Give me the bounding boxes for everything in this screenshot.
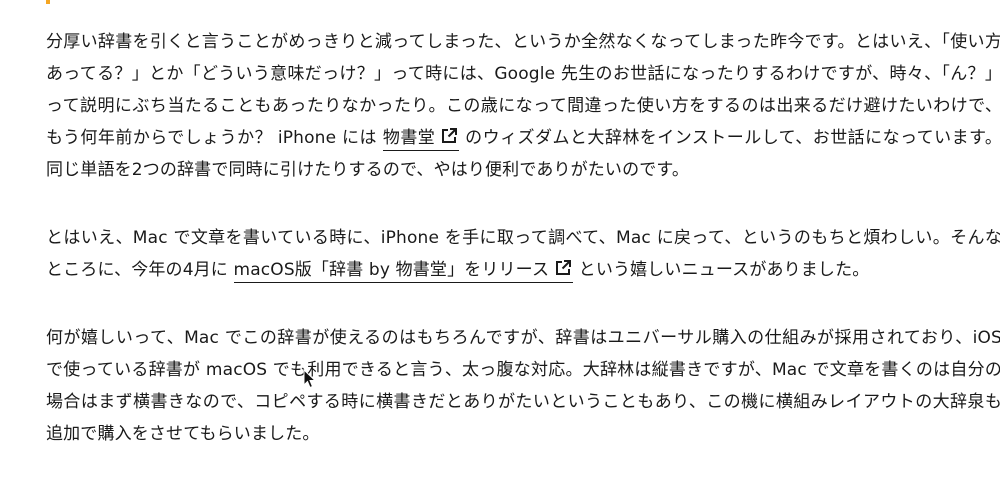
macos-release-link[interactable]: macOS版「辞書 by 物書堂」をリリース (233, 257, 574, 283)
monokakido-link-label: 物書堂 (382, 128, 436, 148)
paragraph-2-text-after: という嬉しいニュースがありました。 (573, 260, 870, 280)
paragraph-2: とはいえ、Mac で文章を書いている時に、iPhone を手に取って調べて、Ma… (46, 222, 1000, 286)
accent-bar (46, 0, 50, 4)
paragraph-1: 分厚い辞書を引くと言うことがめっきりと減ってしまった、というか全然なくなってしま… (46, 26, 1000, 186)
article-body: 分厚い辞書を引くと言うことがめっきりと減ってしまった、というか全然なくなってしま… (46, 26, 1000, 486)
macos-release-link-label: macOS版「辞書 by 物書堂」をリリース (233, 260, 550, 280)
paragraph-3: 何が嬉しいって、Mac でこの辞書が使えるのはもちろんですが、辞書はユニバーサル… (46, 328, 1000, 444)
external-link-icon (439, 125, 459, 145)
mouse-pointer-icon (303, 368, 317, 389)
external-link-icon (553, 257, 573, 277)
monokakido-link[interactable]: 物書堂 (382, 125, 460, 151)
